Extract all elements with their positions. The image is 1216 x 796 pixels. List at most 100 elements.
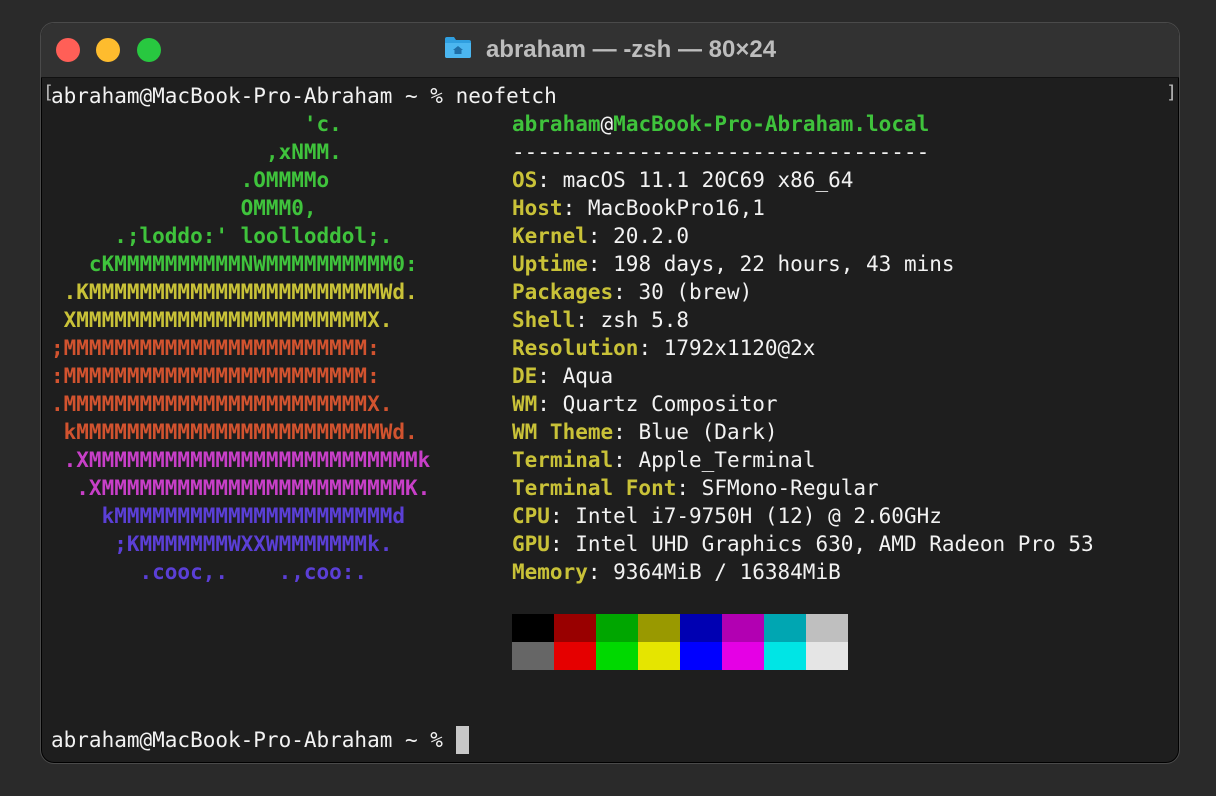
color-palette bbox=[512, 614, 848, 670]
info-colon: : bbox=[575, 308, 601, 332]
command-prompt-line: abraham@MacBook-Pro-Abraham ~ % neofetch bbox=[51, 84, 557, 108]
info-row: WM Theme: Blue (Dark) bbox=[512, 418, 778, 446]
info-value: Aqua bbox=[562, 364, 614, 388]
ascii-art-line: .OMMMMo bbox=[51, 168, 330, 192]
info-key: WM bbox=[512, 392, 538, 416]
info-user: abraham bbox=[512, 112, 601, 136]
color-swatch-normal-6 bbox=[764, 614, 806, 642]
info-key: Host bbox=[512, 196, 563, 220]
info-colon: : bbox=[587, 224, 614, 248]
info-key: Shell bbox=[512, 308, 576, 332]
user-host-line: abraham@MacBook-Pro-Abraham.local bbox=[512, 110, 929, 138]
ascii-art-line: .MMMMMMMMMMMMMMMMMMMMMMMMX. bbox=[51, 392, 393, 416]
info-value: Intel UHD Graphics 630, AMD Radeon Pro 5… bbox=[575, 532, 1094, 556]
color-swatch-normal-7 bbox=[806, 614, 848, 642]
info-at: @ bbox=[600, 112, 614, 136]
color-swatch-bright-4 bbox=[680, 642, 722, 670]
info-row: Resolution: 1792x1120@2x bbox=[512, 334, 815, 362]
info-host: MacBook-Pro-Abraham.local bbox=[613, 112, 930, 136]
info-colon: : bbox=[549, 504, 576, 528]
info-row: CPU: Intel i7-9750H (12) @ 2.60GHz bbox=[512, 502, 942, 530]
ascii-art-line: .;loddo:' loolloddol;. bbox=[51, 224, 393, 248]
info-colon: : bbox=[587, 252, 614, 276]
ascii-art-line: .cooc,. .,coo:. bbox=[51, 560, 368, 584]
info-key: Memory bbox=[512, 560, 588, 584]
info-key: OS bbox=[512, 168, 538, 192]
info-value: Quartz Compositor bbox=[562, 392, 778, 416]
info-row: Memory: 9364MiB / 16384MiB bbox=[512, 558, 841, 586]
color-swatch-bright-7 bbox=[806, 642, 848, 670]
info-row: Host: MacBookPro16,1 bbox=[512, 194, 765, 222]
info-colon: : bbox=[613, 448, 639, 472]
info-row: GPU: Intel UHD Graphics 630, AMD Radeon … bbox=[512, 530, 1094, 558]
terminal-content[interactable]: [ ] abraham@MacBook-Pro-Abraham ~ % neof… bbox=[41, 78, 1179, 763]
info-key: Uptime bbox=[512, 252, 588, 276]
palette-row-normal bbox=[512, 614, 848, 642]
window-title-wrap: abraham — -zsh — 80×24 bbox=[41, 35, 1179, 65]
info-key: Resolution bbox=[512, 336, 639, 360]
info-value: 30 (brew) bbox=[638, 280, 753, 304]
ascii-art-line: kMMMMMMMMMMMMMMMMMMMMMMd bbox=[51, 504, 406, 528]
info-key: DE bbox=[512, 364, 538, 388]
color-swatch-bright-5 bbox=[722, 642, 764, 670]
info-colon: : bbox=[537, 364, 563, 388]
color-swatch-normal-4 bbox=[680, 614, 722, 642]
info-row: Shell: zsh 5.8 bbox=[512, 306, 689, 334]
info-value: 20.2.0 bbox=[613, 224, 690, 248]
info-colon: : bbox=[676, 476, 702, 500]
info-key: WM Theme bbox=[512, 420, 614, 444]
info-colon: : bbox=[562, 196, 588, 220]
color-swatch-bright-2 bbox=[596, 642, 638, 670]
ascii-art-line: .XMMMMMMMMMMMMMMMMMMMMMMMMK. bbox=[51, 476, 431, 500]
info-key: GPU bbox=[512, 532, 550, 556]
color-swatch-bright-1 bbox=[554, 642, 596, 670]
ascii-art-line: cKMMMMMMMMMMNWMMMMMMMMMM0: bbox=[51, 252, 418, 276]
ascii-art-line: 'c. bbox=[51, 112, 342, 136]
info-value: zsh 5.8 bbox=[600, 308, 690, 332]
info-value: MacBookPro16,1 bbox=[587, 196, 765, 220]
color-swatch-normal-5 bbox=[722, 614, 764, 642]
color-swatch-normal-3 bbox=[638, 614, 680, 642]
ascii-art-line: kMMMMMMMMMMMMMMMMMMMMMMMMWd. bbox=[51, 420, 418, 444]
info-row: Kernel: 20.2.0 bbox=[512, 222, 689, 250]
info-key: Kernel bbox=[512, 224, 588, 248]
info-row: OS: macOS 11.1 20C69 x86_64 bbox=[512, 166, 853, 194]
color-swatch-normal-2 bbox=[596, 614, 638, 642]
text-cursor bbox=[455, 726, 469, 754]
ascii-art-line: .KMMMMMMMMMMMMMMMMMMMMMMMWd. bbox=[51, 280, 418, 304]
info-colon: : bbox=[587, 560, 614, 584]
info-row: Terminal Font: SFMono-Regular bbox=[512, 474, 879, 502]
info-value: Intel i7-9750H (12) @ 2.60GHz bbox=[575, 504, 942, 528]
info-row: Terminal: Apple_Terminal bbox=[512, 446, 815, 474]
ascii-art-line: :MMMMMMMMMMMMMMMMMMMMMMMM: bbox=[51, 364, 380, 388]
ascii-art-line: .XMMMMMMMMMMMMMMMMMMMMMMMMMMk bbox=[51, 448, 431, 472]
info-value: Apple_Terminal bbox=[638, 448, 816, 472]
mark-bracket-right: ] bbox=[1166, 82, 1177, 103]
info-separator: --------------------------------- bbox=[512, 140, 930, 164]
shell-prompt[interactable]: abraham@MacBook-Pro-Abraham ~ % bbox=[51, 726, 469, 754]
info-value: 9364MiB / 16384MiB bbox=[613, 560, 841, 584]
terminal-window: abraham — -zsh — 80×24 [ ] abraham@MacBo… bbox=[40, 22, 1180, 764]
info-value: SFMono-Regular bbox=[701, 476, 879, 500]
info-key: CPU bbox=[512, 504, 550, 528]
color-swatch-normal-1 bbox=[554, 614, 596, 642]
ascii-art-line: ,xNMM. bbox=[51, 140, 342, 164]
info-key: Terminal bbox=[512, 448, 614, 472]
prompt-text: abraham@MacBook-Pro-Abraham ~ % bbox=[51, 728, 456, 752]
info-colon: : bbox=[638, 336, 664, 360]
ascii-art-line: ;KMMMMMMMWXXWMMMMMMMk. bbox=[51, 532, 393, 556]
color-swatch-bright-6 bbox=[764, 642, 806, 670]
info-colon: : bbox=[549, 532, 576, 556]
info-value: Blue (Dark) bbox=[638, 420, 778, 444]
color-swatch-normal-0 bbox=[512, 614, 554, 642]
info-colon: : bbox=[613, 420, 639, 444]
ascii-art-line: XMMMMMMMMMMMMMMMMMMMMMMMX. bbox=[51, 308, 393, 332]
info-row: Packages: 30 (brew) bbox=[512, 278, 752, 306]
info-row: Uptime: 198 days, 22 hours, 43 mins bbox=[512, 250, 955, 278]
info-key: Packages bbox=[512, 280, 614, 304]
title-bar[interactable]: abraham — -zsh — 80×24 bbox=[41, 23, 1179, 78]
info-row: DE: Aqua bbox=[512, 362, 613, 390]
ascii-art-line: OMMM0, bbox=[51, 196, 317, 220]
info-colon: : bbox=[613, 280, 639, 304]
info-colon: : bbox=[537, 392, 563, 416]
